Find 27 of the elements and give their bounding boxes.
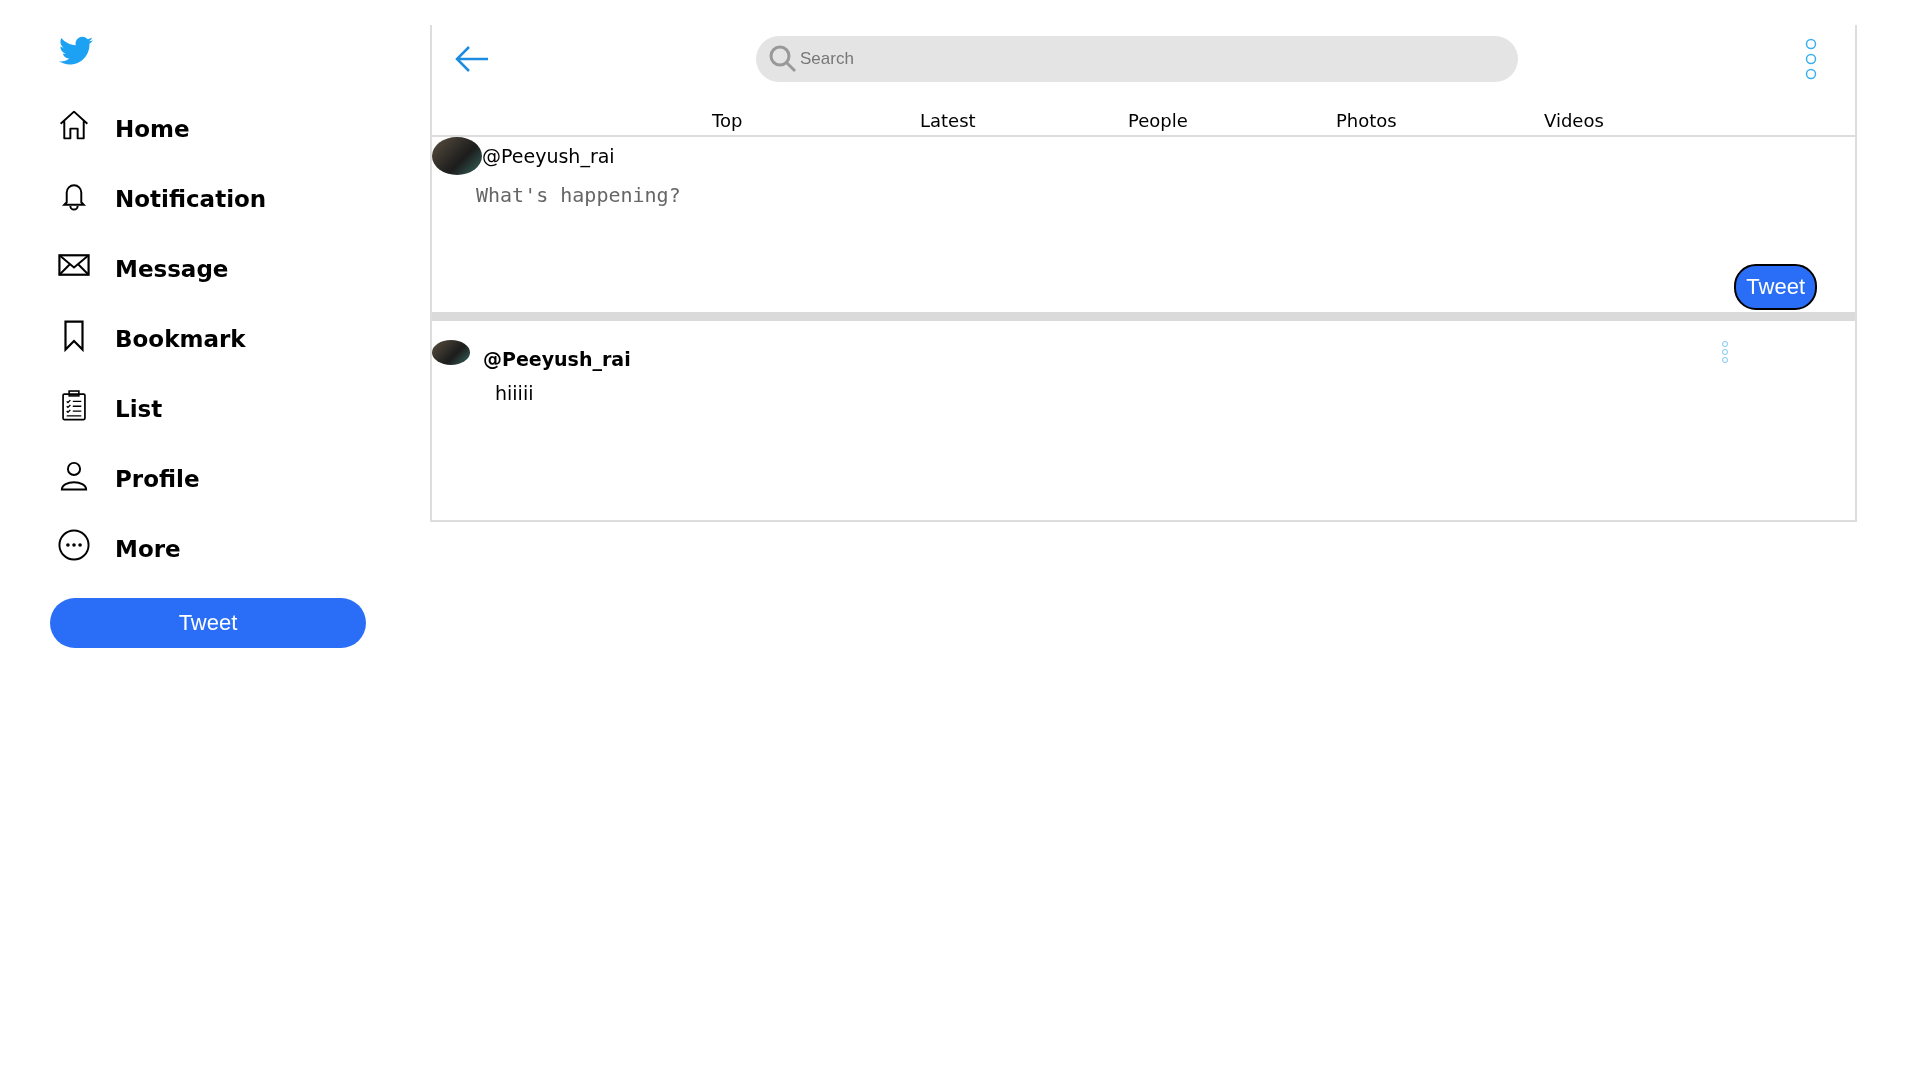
more-options-icon[interactable] [1721, 340, 1729, 364]
avatar [432, 137, 482, 175]
sidebar-item[interactable]: List [50, 374, 430, 444]
tab[interactable]: People [1128, 110, 1336, 131]
tab[interactable]: Videos [1544, 110, 1752, 131]
tab[interactable]: Latest [920, 110, 1128, 131]
sidebar-item[interactable]: Bookmark [50, 304, 430, 374]
back-arrow-icon[interactable] [454, 44, 490, 73]
bird-logo-icon [59, 36, 93, 66]
search-icon [768, 43, 798, 74]
sidebar-item[interactable]: Home [50, 94, 430, 164]
tweet-text: hiiiii [495, 382, 535, 404]
tweet-button[interactable]: Tweet [50, 598, 366, 648]
tab[interactable]: Top [712, 110, 920, 131]
sidebar-item[interactable]: Profile [50, 444, 430, 514]
more-options-icon[interactable] [1804, 37, 1818, 80]
username: @Peeyush_rai [483, 348, 631, 370]
username: @Peeyush_rai [482, 145, 615, 167]
tweet-button[interactable]: Tweet [1734, 264, 1817, 310]
sidebar-item[interactable]: Message [50, 234, 430, 304]
tab[interactable]: Photos [1336, 110, 1544, 131]
home-icon [57, 108, 91, 142]
search-field[interactable]: Search [756, 35, 1518, 82]
avatar [432, 339, 470, 365]
sidebar-item[interactable]: More [50, 514, 430, 584]
more-icon [57, 528, 91, 562]
sidebar-item[interactable]: Notification [50, 164, 430, 234]
